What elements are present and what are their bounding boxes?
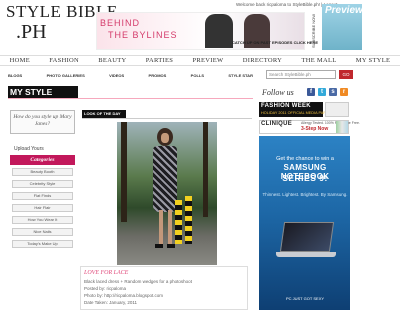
categories-header: Categories	[10, 155, 75, 165]
sub-nav: BLOGS PHOTO GALLERIES VIDEOS PROMOS POLL…	[8, 71, 253, 79]
model-face	[161, 133, 169, 143]
facebook-icon[interactable]: f	[307, 88, 315, 96]
samsung-headline-1: Get the chance to win a	[276, 156, 334, 162]
model-shoe	[167, 244, 175, 248]
subnav-item-blogs[interactable]: BLOGS	[8, 73, 22, 78]
look-of-the-day-label: LOOK OF THE DAY	[82, 110, 126, 118]
model-leg	[168, 210, 172, 246]
post-title: LOVE FOR LACE	[84, 270, 129, 276]
clinique-tagline: Allergy Tested. 100% Fragrance Free.	[301, 121, 360, 125]
subnav-item-promos[interactable]: PROMOS	[149, 73, 167, 78]
clinique-brand: CLINIQUE	[261, 121, 293, 127]
banner-cta-link[interactable]: CATCH UP ON PAST EPISODES CLICK HERE	[232, 40, 318, 45]
follow-us-label: Follow us	[262, 88, 294, 97]
look-photo[interactable]	[117, 122, 217, 265]
subnav-item-style-star[interactable]: STYLE STAR	[228, 73, 253, 78]
main-nav: HOME FASHION BEAUTY PARTIES PREVIEW DIRE…	[0, 55, 400, 66]
category-hair-flair[interactable]: Hair Flair	[12, 204, 73, 212]
samsung-footer: PC JUST GOT SEXY	[285, 296, 325, 301]
banner-person-image	[205, 14, 233, 48]
nav-item-home[interactable]: HOME	[10, 57, 30, 64]
site-logo-suffix[interactable]: .PH	[16, 21, 47, 44]
post-author[interactable]: Posted by: ricpaloma	[84, 286, 126, 291]
section-title: MY STYLE	[8, 86, 78, 98]
twitter-icon[interactable]: t	[318, 88, 326, 96]
post-description: Black laced dress + Random wedges for a …	[84, 279, 192, 284]
category-beauty-booth[interactable]: Beauty Booth	[12, 168, 73, 176]
nav-item-my-style[interactable]: MY STYLE	[356, 57, 390, 64]
nav-item-fashion[interactable]: FASHION	[49, 57, 79, 64]
nav-item-beauty[interactable]: BEAUTY	[98, 57, 126, 64]
rss-icon[interactable]: r	[340, 88, 348, 96]
categories-list: Beauty Booth Celebrity Style Flat Finds …	[12, 168, 73, 252]
fashion-week-title: FASHION WEEK	[261, 103, 311, 109]
nav-item-directory[interactable]: DIRECTORY	[243, 57, 282, 64]
tree-trunk	[203, 122, 208, 217]
banner-title-2: THE BYLINES	[108, 30, 178, 40]
subnav-item-photo-galleries[interactable]: PHOTO GALLERIES	[47, 73, 85, 78]
look-divider	[82, 118, 252, 119]
upload-yours-link[interactable]: Upload Yours	[14, 146, 44, 152]
model-shoe	[155, 244, 163, 248]
category-nice-nails[interactable]: Nice Nails	[12, 228, 73, 236]
samsung-headline-3: SERIES 9!	[282, 173, 328, 183]
tree-trunk	[121, 122, 127, 222]
subnav-item-polls[interactable]: POLLS	[191, 73, 204, 78]
category-todays-make-up[interactable]: Today's Make Up	[12, 240, 73, 248]
category-how-you-wear-it[interactable]: How You Wear It	[12, 216, 73, 224]
subnav-item-videos[interactable]: VIDEOS	[109, 73, 124, 78]
magazine-title: Preview	[325, 5, 363, 16]
clinique-step: 3-Step Now	[301, 126, 329, 132]
category-celebrity-style[interactable]: Celebrity Style	[12, 180, 73, 188]
yellow-post	[175, 200, 182, 244]
banner-title-1: BEHIND	[100, 18, 141, 28]
yellow-post	[185, 196, 192, 244]
nav-item-parties[interactable]: PARTIES	[146, 57, 173, 64]
nav-item-the-mall[interactable]: THE MALL	[301, 57, 336, 64]
model-lace-dress	[153, 146, 177, 212]
model-leg	[159, 210, 163, 246]
post-date: Date Taken: January, 2011	[84, 300, 138, 305]
ask-style-text: How do you style up Mary Janes?	[13, 114, 72, 127]
stars-ad[interactable]	[325, 102, 349, 117]
nav-item-preview[interactable]: PREVIEW	[192, 57, 223, 64]
clinique-products-image	[336, 121, 348, 133]
share-icon[interactable]: s	[329, 88, 337, 96]
search-input[interactable]: Search StyleBible.ph	[266, 70, 336, 79]
section-divider	[8, 98, 253, 99]
laptop-image	[279, 222, 335, 252]
samsung-tagline: Thinnest. Lightest. Brightest. By Samsun…	[262, 192, 348, 197]
laptop-base-image	[276, 252, 336, 257]
category-flat-finds[interactable]: Flat Finds	[12, 192, 73, 200]
subscribe-label[interactable]: SUBSCRIBE NOW	[311, 12, 319, 50]
post-photographer[interactable]: Photo by: http://ricpaloma.blogspot.com	[84, 293, 163, 298]
search-go-button[interactable]: GO	[339, 70, 353, 79]
